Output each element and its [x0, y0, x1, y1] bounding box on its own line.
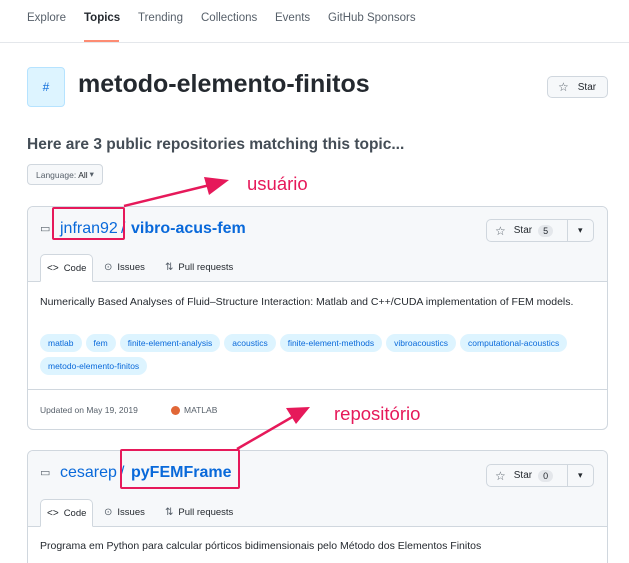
top-nav: Explore Topics Trending Collections Even… [0, 0, 629, 43]
repo-description: Numerically Based Analyses of Fluid–Stru… [40, 296, 574, 308]
repo-icon: ▭ [40, 223, 51, 235]
repo-star-button[interactable]: ☆ Star 0 [487, 465, 568, 486]
nav-events[interactable]: Events [275, 12, 310, 24]
language-filter-value: All [78, 169, 88, 180]
updated-date: Updated on May 19, 2019 [40, 405, 138, 415]
repo-star-label: Star [513, 470, 533, 481]
nav-explore[interactable]: Explore [27, 12, 66, 24]
topic-tags: matlab fem finite-element-analysis acous… [40, 334, 595, 375]
star-dropdown-button[interactable]: ▾ [568, 465, 593, 486]
topic-badge: # [27, 67, 65, 107]
nav-trending[interactable]: Trending [138, 12, 183, 24]
tab-pull-requests[interactable]: ⇅ Pull requests [165, 507, 233, 518]
issue-icon: ⊙ [104, 262, 113, 273]
repo-star-label: Star [513, 225, 533, 236]
topic-tag[interactable]: matlab [40, 334, 82, 352]
pull-request-icon: ⇅ [165, 507, 174, 518]
arrow-to-username-head [204, 177, 229, 195]
repo-card-footer: Updated on May 19, 2019 MATLAB [28, 389, 607, 429]
results-subheading: Here are 3 public repositories matching … [27, 136, 405, 153]
tab-code-label: Code [63, 507, 87, 519]
repo-card-header: ▭ cesarep / pyFEMFrame ☆ Star 0 ▾ <> Cod… [28, 451, 607, 527]
repo-icon: ▭ [40, 467, 51, 479]
code-icon: <> [47, 507, 59, 519]
tab-issues[interactable]: ⊙ Issues [104, 262, 145, 273]
topic-tag[interactable]: finite-element-methods [279, 334, 383, 352]
repo-language-label: MATLAB [184, 405, 218, 415]
star-icon: ☆ [558, 80, 569, 94]
tab-code[interactable]: <> Code [40, 499, 94, 527]
repo-name-highlight-box [120, 449, 240, 489]
code-icon: <> [47, 262, 59, 274]
repo-owner-link[interactable]: cesarep [60, 464, 117, 482]
chevron-down-icon: ▾ [89, 169, 94, 179]
topic-tag[interactable]: computational-acoustics [460, 334, 568, 352]
nav-topics[interactable]: Topics [84, 12, 120, 24]
repo-language: MATLAB [171, 405, 217, 415]
repo-description: Programa em Python para calcular pórtico… [40, 540, 482, 552]
language-color-dot [171, 405, 180, 415]
tab-issues[interactable]: ⊙ Issues [104, 507, 145, 518]
star-count-badge: 0 [538, 469, 554, 482]
annotation-usuario: usuário [247, 173, 308, 194]
issue-icon: ⊙ [104, 507, 113, 518]
nav-github-sponsors[interactable]: GitHub Sponsors [328, 12, 416, 24]
topic-tag[interactable]: fem [85, 334, 116, 352]
pull-request-icon: ⇅ [165, 262, 174, 273]
topic-tag[interactable]: acoustics [224, 334, 276, 352]
repo-star-split-button: ☆ Star 0 ▾ [486, 464, 594, 487]
star-icon: ☆ [495, 468, 506, 483]
tab-issues-label: Issues [117, 262, 145, 273]
language-filter-dropdown[interactable]: Language: All ▾ [27, 164, 103, 185]
tab-pull-requests-label: Pull requests [178, 262, 234, 273]
username-highlight-box [52, 207, 125, 240]
language-filter-label: Language: [36, 169, 77, 180]
star-icon: ☆ [495, 223, 506, 238]
topic-tag[interactable]: metodo-elemento-finitos [40, 357, 148, 375]
page-title: metodo-elemento-finitos [78, 70, 370, 98]
annotation-repositorio: repositório [334, 403, 421, 424]
chevron-down-icon: ▾ [578, 470, 583, 480]
repo-card: ▭ cesarep / pyFEMFrame ☆ Star 0 ▾ <> Cod… [27, 450, 608, 563]
tab-pull-requests-label: Pull requests [178, 507, 234, 518]
star-count-badge: 5 [538, 224, 554, 237]
topic-tag[interactable]: vibroacoustics [386, 334, 457, 352]
chevron-down-icon: ▾ [578, 225, 583, 235]
tab-code-label: Code [63, 262, 87, 274]
nav-active-underline [84, 40, 119, 42]
tab-pull-requests[interactable]: ⇅ Pull requests [165, 262, 233, 273]
repo-name-link[interactable]: vibro-acus-fem [131, 220, 246, 238]
repo-star-button[interactable]: ☆ Star 5 [487, 220, 568, 241]
topic-star-label: Star [577, 81, 597, 93]
topic-star-button[interactable]: ☆ Star [547, 76, 608, 98]
star-dropdown-button[interactable]: ▾ [568, 220, 593, 241]
repo-star-split-button: ☆ Star 5 ▾ [486, 219, 594, 242]
tab-issues-label: Issues [117, 507, 145, 518]
topic-tag[interactable]: finite-element-analysis [119, 334, 221, 352]
tab-code[interactable]: <> Code [40, 254, 94, 282]
nav-collections[interactable]: Collections [201, 12, 257, 24]
arrow-to-username-line [123, 182, 215, 208]
